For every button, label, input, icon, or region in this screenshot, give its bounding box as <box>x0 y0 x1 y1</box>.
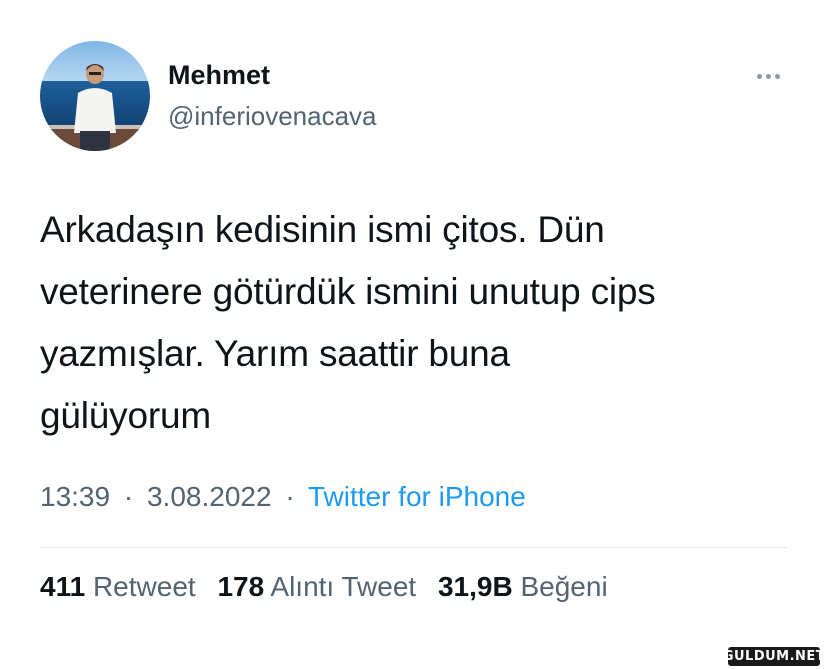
quotes-label: Alıntı Tweet <box>270 571 417 602</box>
ellipsis-icon <box>774 73 780 79</box>
tweet-text-line: Arkadaşın kedisinin ismi çitos. Dün <box>40 209 605 250</box>
likes-stat[interactable]: 31,9B Beğeni <box>438 571 608 602</box>
retweets-count: 411 <box>40 571 86 602</box>
avatar[interactable] <box>40 41 150 151</box>
meta-separator: · <box>285 481 295 512</box>
likes-count: 31,9B <box>437 571 513 602</box>
more-options-button[interactable] <box>748 62 788 90</box>
display-name[interactable]: Mehmet <box>168 60 270 91</box>
tweet-stats: 411 Retweet 178 Alıntı Tweet 31,9B Beğen… <box>40 571 622 603</box>
tweet-meta: 13:39 · 3.08.2022 · Twitter for iPhone <box>40 481 526 513</box>
quotes-count: 178 <box>217 571 265 602</box>
meta-separator: · <box>123 481 134 512</box>
tweet-time[interactable]: 13:39 <box>40 481 110 512</box>
tweet-text-line: yazmışlar. Yarım saattir buna <box>40 333 510 374</box>
tweet-date[interactable]: 3.08.2022 <box>147 481 272 512</box>
ellipsis-icon <box>756 73 762 79</box>
retweets-label: Retweet <box>92 571 196 602</box>
retweets-stat[interactable]: 411 Retweet <box>40 571 203 602</box>
watermark-logo: GULDUM.NET <box>722 647 826 666</box>
tweet-text-line: veterinere götürdük ismini unutup cips <box>40 271 656 312</box>
tweet-card: Mehmet @inferiovenacava Arkadaşın kedisi… <box>0 0 828 669</box>
quotes-stat[interactable]: 178 Alıntı Tweet <box>217 571 424 602</box>
divider <box>40 547 788 548</box>
tweet-source-link[interactable]: Twitter for iPhone <box>308 481 526 512</box>
tweet-text-line: gülüyorum <box>40 395 211 436</box>
tweet-text: Arkadaşın kedisinin ismi çitos. Dün vete… <box>40 199 810 447</box>
user-handle[interactable]: @inferiovenacava <box>168 101 377 132</box>
avatar-photo <box>40 41 150 151</box>
ellipsis-icon <box>765 73 771 79</box>
likes-label: Beğeni <box>520 571 608 602</box>
